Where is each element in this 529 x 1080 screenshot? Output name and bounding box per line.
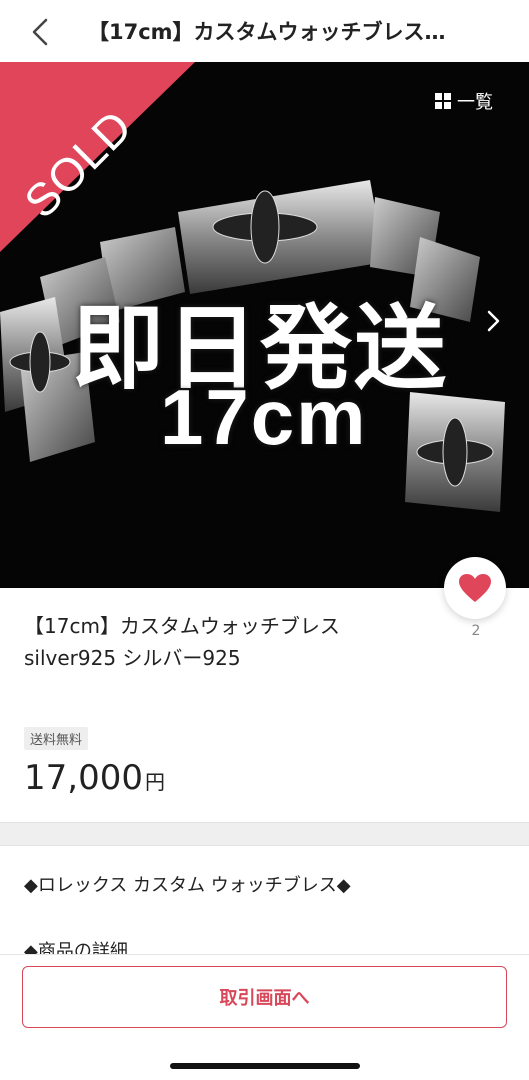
price-currency: 円	[144, 770, 165, 794]
app-header: 【17cm】カスタムウォッチブレス…	[0, 0, 529, 62]
like-count: 2	[471, 623, 481, 639]
section-divider	[0, 822, 529, 846]
like-button[interactable]	[444, 557, 506, 619]
product-image-carousel[interactable]: SOLD 一覧 即日発送 17cm	[0, 62, 529, 588]
chevron-right-icon[interactable]	[483, 308, 503, 334]
home-indicator	[170, 1063, 360, 1069]
price-value: 17,000	[24, 758, 143, 798]
overlay-size: 17cm	[160, 373, 368, 461]
item-price: 17,000 円	[24, 758, 165, 798]
heart-icon	[459, 574, 491, 602]
shipping-badge: 送料無料	[24, 727, 89, 750]
sold-banner: SOLD	[0, 62, 195, 252]
description-line: ◆ロレックス カスタム ウォッチブレス◆	[24, 875, 351, 896]
item-title: 【17cm】カスタムウォッチブレス silver925 シルバー925	[24, 610, 424, 674]
page-title: 【17cm】カスタムウォッチブレス…	[88, 20, 446, 44]
view-list-label: 一覧	[457, 92, 493, 113]
back-button[interactable]	[22, 14, 58, 50]
chevron-left-icon	[32, 18, 48, 46]
item-title-line1: 【17cm】カスタムウォッチブレス	[24, 614, 340, 638]
item-title-line2: silver925 シルバー925	[24, 646, 241, 670]
view-list-button[interactable]: 一覧	[435, 88, 493, 114]
go-to-transaction-button[interactable]: 取引画面へ	[22, 966, 507, 1028]
grid-icon	[435, 93, 451, 109]
